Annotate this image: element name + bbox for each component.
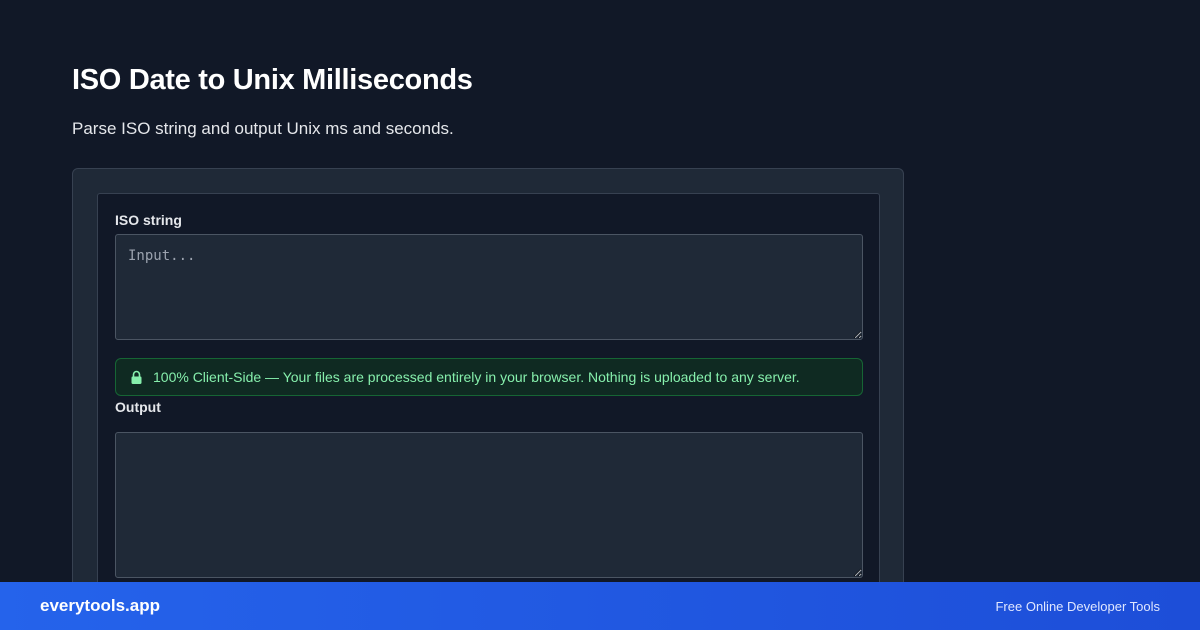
page-title: ISO Date to Unix Milliseconds — [72, 64, 473, 96]
brand-logo[interactable]: everytools.app — [40, 596, 160, 616]
output-field[interactable] — [115, 432, 863, 578]
lock-icon — [131, 370, 142, 384]
page: ISO Date to Unix Milliseconds Parse ISO … — [0, 0, 1200, 630]
iso-string-label: ISO string — [115, 212, 182, 228]
footer-tagline: Free Online Developer Tools — [995, 598, 1160, 614]
iso-string-input[interactable] — [115, 234, 863, 340]
page-subtitle: Parse ISO string and output Unix ms and … — [72, 119, 454, 138]
tool-card: ISO string 100% Client-Side — Your files… — [72, 168, 904, 613]
footer-bar: everytools.app Free Online Developer Too… — [0, 582, 1200, 630]
client-side-notice: 100% Client-Side — Your files are proces… — [115, 358, 863, 396]
output-label: Output — [115, 399, 161, 415]
tool-panel: ISO string 100% Client-Side — Your files… — [97, 193, 880, 613]
notice-text: 100% Client-Side — Your files are proces… — [153, 369, 800, 385]
